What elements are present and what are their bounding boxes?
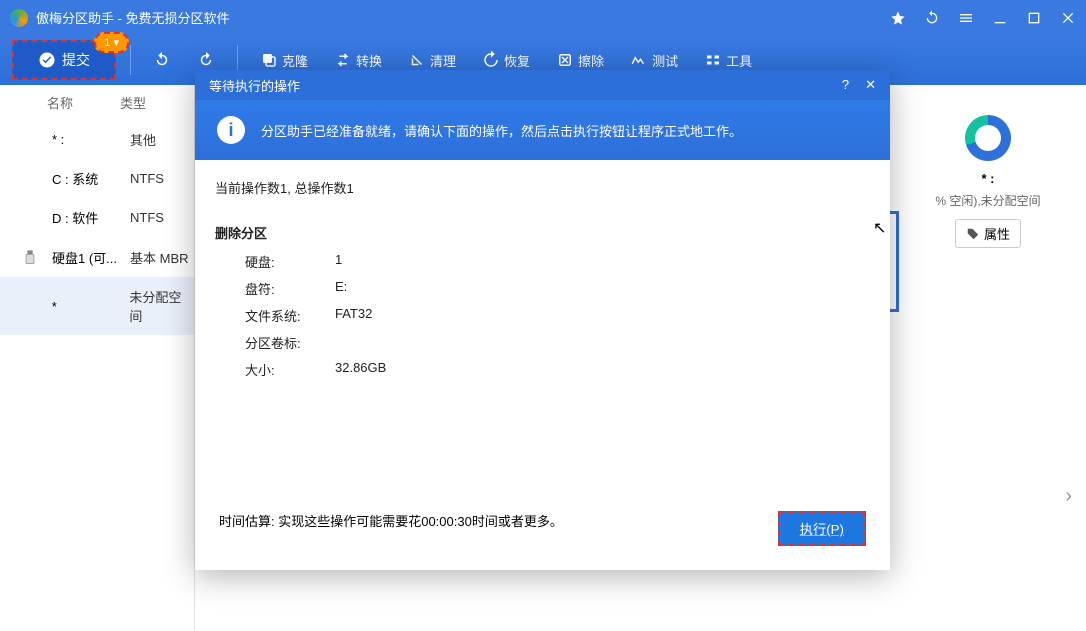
titlebar: 傲梅分区助手 - 免费无损分区软件 — [0, 0, 1086, 35]
sidebar-item[interactable]: D : 软件NTFS — [0, 198, 194, 237]
app-icon — [10, 9, 28, 27]
sidebar-item[interactable]: *未分配空间 — [0, 277, 194, 335]
col-type: 类型 — [120, 93, 146, 112]
submit-badge: 1 ▾ — [94, 32, 129, 53]
maximize-icon[interactable] — [1026, 10, 1042, 26]
attributes-button[interactable]: 属性 — [955, 219, 1021, 248]
dialog-body[interactable]: 当前操作数1, 总操作数1 删除分区 硬盘:1 盘符:E: 文件系统:FAT32… — [195, 160, 890, 495]
menu-icon[interactable] — [958, 10, 974, 26]
right-panel: * : % 空闲),未分配空间 属性 — [908, 115, 1068, 248]
sidebar-item[interactable]: C : 系统NTFS — [0, 159, 194, 198]
pending-operations-dialog: 等待执行的操作 ? ✕ i 分区助手已经准备就绪，请确认下面的操作，然后点击执行… — [195, 70, 890, 570]
dialog-banner: i 分区助手已经准备就绪，请确认下面的操作，然后点击执行按钮让程序正式地工作。 — [195, 100, 890, 160]
close-icon[interactable]: ✕ — [865, 77, 876, 93]
info-icon: i — [217, 116, 245, 144]
sidebar-item[interactable]: 硬盘1 (可...基本 MBR — [0, 237, 194, 277]
pie-chart-icon — [965, 115, 1011, 161]
chevron-right-icon[interactable]: › — [1065, 485, 1072, 508]
minimize-icon[interactable] — [992, 10, 1008, 26]
dialog-titlebar: 等待执行的操作 ? ✕ — [195, 70, 890, 100]
tag-icon — [966, 227, 980, 241]
col-name: 名称 — [0, 93, 120, 112]
refresh-icon[interactable] — [924, 10, 940, 26]
star-icon[interactable] — [890, 10, 906, 26]
close-icon[interactable] — [1060, 10, 1076, 26]
dialog-footer: 时间估算: 实现这些操作可能需要花00:00:30时间或者更多。 执行(P) — [195, 495, 890, 570]
sidebar: 名称 类型 * :其他 C : 系统NTFS D : 软件NTFS 硬盘1 (可… — [0, 85, 195, 631]
time-estimate: 时间估算: 实现这些操作可能需要花00:00:30时间或者更多。 — [219, 514, 563, 529]
usb-icon — [22, 247, 38, 267]
submit-button[interactable]: 提交 1 ▾ — [12, 40, 116, 80]
help-icon[interactable]: ? — [842, 77, 849, 93]
app-title: 傲梅分区助手 - 免费无损分区软件 — [36, 8, 230, 27]
check-circle-icon — [38, 51, 56, 69]
execute-button[interactable]: 执行(P) — [778, 511, 866, 546]
undo-button[interactable] — [145, 47, 179, 73]
sidebar-item[interactable]: * :其他 — [0, 120, 194, 159]
